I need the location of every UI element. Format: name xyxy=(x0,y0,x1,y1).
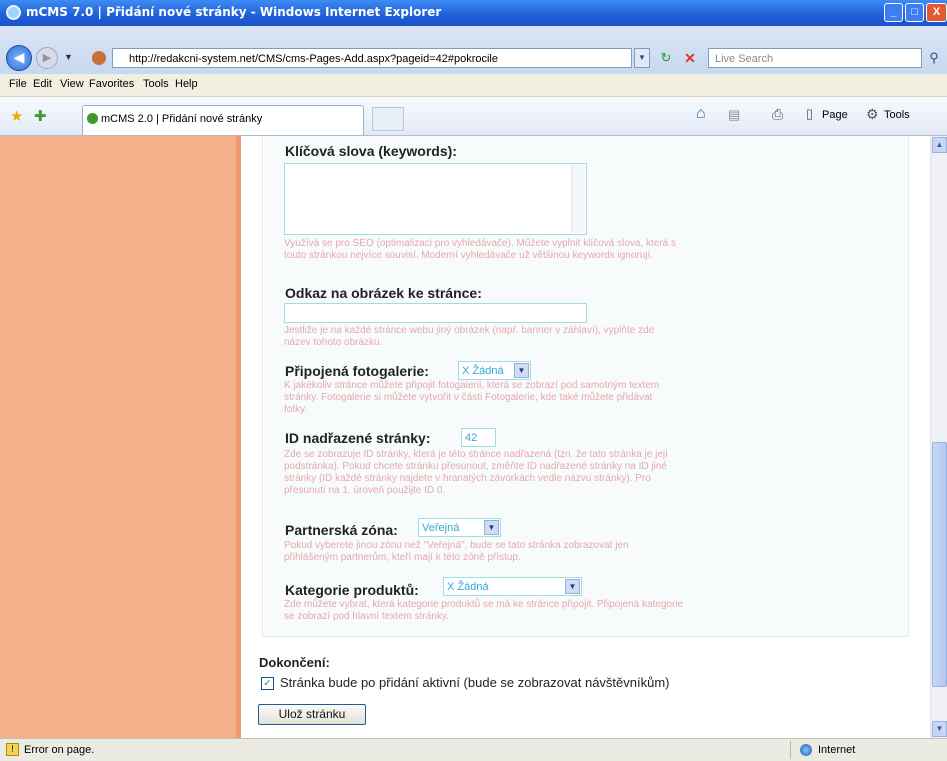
tools-gear-icon[interactable]: ⚙ xyxy=(866,106,879,123)
search-icon[interactable]: ⚲ xyxy=(925,48,943,68)
back-arrow-icon: ◀ xyxy=(13,49,25,65)
partner-zone-select-value: Veřejná xyxy=(422,522,460,534)
address-dropdown-button[interactable]: ▼ xyxy=(634,48,650,68)
save-page-button[interactable]: Ulož stránku xyxy=(258,704,366,725)
keywords-help-text: Využívá se pro SEO (optimalizaci pro vyh… xyxy=(284,238,677,261)
menu-help[interactable]: Help xyxy=(175,78,198,90)
gallery-select-value: X Žádná xyxy=(462,365,504,377)
image-link-label: Odkaz na obrázek ke stránce: xyxy=(285,285,482,301)
menu-bar: File Edit View Favorites Tools Help xyxy=(0,74,947,97)
menu-edit[interactable]: Edit xyxy=(33,78,52,90)
image-link-input[interactable] xyxy=(284,303,587,323)
page-favicon xyxy=(92,51,106,65)
product-category-help-text: Zde můžete vybrat, která kategorie produ… xyxy=(284,599,684,622)
page-menu-label[interactable]: Page xyxy=(822,109,848,121)
tab-active[interactable]: mCMS 2.0 | Přidání nové stránky xyxy=(82,105,364,135)
forward-button[interactable]: ▶ xyxy=(36,47,58,69)
feeds-icon[interactable]: ▤ xyxy=(728,107,740,123)
page-menu-icon[interactable]: ▯ xyxy=(806,106,813,122)
partner-zone-select[interactable]: Veřejná ▼ xyxy=(418,518,501,537)
parent-id-label: ID nadřazené stránky: xyxy=(285,430,431,446)
ie-logo-icon xyxy=(6,5,21,20)
menu-tools[interactable]: Tools xyxy=(143,78,169,90)
navigation-toolbar: ◀ ▶ ▼ http://redakcni-system.net/CMS/cms… xyxy=(0,26,947,74)
window-title-bar: mCMS 7.0 | Přidání nové stránky - Window… xyxy=(0,0,947,26)
scroll-thumb[interactable] xyxy=(932,442,947,687)
partner-zone-help-text: Pokud vyberete jinou zónu než "Veřejná",… xyxy=(284,540,629,563)
chevron-down-icon: ▼ xyxy=(565,579,580,594)
new-tab-button[interactable] xyxy=(372,107,404,131)
gallery-help-text: K jakékoliv stránce můžete připojit foto… xyxy=(284,380,660,415)
chevron-down-icon: ▼ xyxy=(514,363,529,378)
favorites-star-icon[interactable]: ★ xyxy=(10,107,23,125)
textarea-scrollbar[interactable] xyxy=(571,165,585,233)
status-bar: ! Error on page. Internet xyxy=(0,738,947,761)
active-checkbox[interactable]: ✓ xyxy=(261,677,274,690)
page-scrollbar[interactable]: ▲ ▼ xyxy=(930,136,947,738)
stop-icon[interactable]: ✕ xyxy=(680,48,700,68)
minimize-button[interactable]: _ xyxy=(884,3,903,22)
status-message[interactable]: Error on page. xyxy=(24,744,94,756)
parent-id-input[interactable]: 42 xyxy=(461,428,496,447)
menu-view[interactable]: View xyxy=(60,78,84,90)
product-category-select-value: X Žádná xyxy=(447,581,489,593)
history-dropdown-icon[interactable]: ▼ xyxy=(64,52,73,62)
gallery-label: Připojená fotogalerie: xyxy=(285,363,429,379)
scroll-down-arrow-icon[interactable]: ▼ xyxy=(932,721,947,737)
left-sidebar xyxy=(0,136,238,738)
completion-heading: Dokončení: xyxy=(259,655,330,670)
menu-favorites[interactable]: Favorites xyxy=(89,78,134,90)
active-checkbox-label: Stránka bude po přidání aktivní (bude se… xyxy=(280,675,670,690)
parent-id-help-text: Zde se zobrazuje ID stránky, která je té… xyxy=(284,449,668,496)
print-icon[interactable]: ⎙ xyxy=(772,106,783,123)
tools-menu-label[interactable]: Tools xyxy=(884,109,910,121)
status-divider xyxy=(790,741,791,759)
tab-favicon xyxy=(87,113,98,124)
chevron-down-icon: ▼ xyxy=(484,520,499,535)
close-button[interactable]: X xyxy=(926,3,947,22)
tab-bar: ★ ✚ mCMS 2.0 | Přidání nové stránky ⌂ ▤ … xyxy=(0,97,947,136)
gallery-select[interactable]: X Žádná ▼ xyxy=(458,361,531,380)
tab-label: mCMS 2.0 | Přidání nové stránky xyxy=(101,113,263,125)
product-category-select[interactable]: X Žádná ▼ xyxy=(443,577,582,596)
image-link-help-text: Jestliže je na každé stránce webu jiný o… xyxy=(284,325,655,348)
security-zone-label: Internet xyxy=(818,744,856,756)
forward-arrow-icon: ▶ xyxy=(42,52,52,64)
home-icon[interactable]: ⌂ xyxy=(696,105,706,123)
maximize-button[interactable]: □ xyxy=(905,3,924,22)
add-favorites-icon[interactable]: ✚ xyxy=(34,107,47,125)
menu-file[interactable]: File xyxy=(9,78,27,90)
address-input[interactable]: http://redakcni-system.net/CMS/cms-Pages… xyxy=(112,48,632,68)
product-category-label: Kategorie produktů: xyxy=(285,582,419,598)
refresh-icon[interactable]: ↻ xyxy=(656,48,676,68)
globe-icon xyxy=(800,744,812,756)
keywords-textarea[interactable] xyxy=(284,163,587,235)
keywords-label: Klíčová slova (keywords): xyxy=(285,143,457,159)
check-icon: ✓ xyxy=(263,678,272,689)
partner-zone-label: Partnerská zóna: xyxy=(285,522,398,538)
scroll-up-arrow-icon[interactable]: ▲ xyxy=(932,137,947,153)
warning-icon[interactable]: ! xyxy=(6,743,19,756)
window-title: mCMS 7.0 | Přidání nové stránky - Window… xyxy=(26,5,442,19)
search-input[interactable]: Live Search xyxy=(708,48,922,68)
back-button[interactable]: ◀ xyxy=(6,45,32,71)
